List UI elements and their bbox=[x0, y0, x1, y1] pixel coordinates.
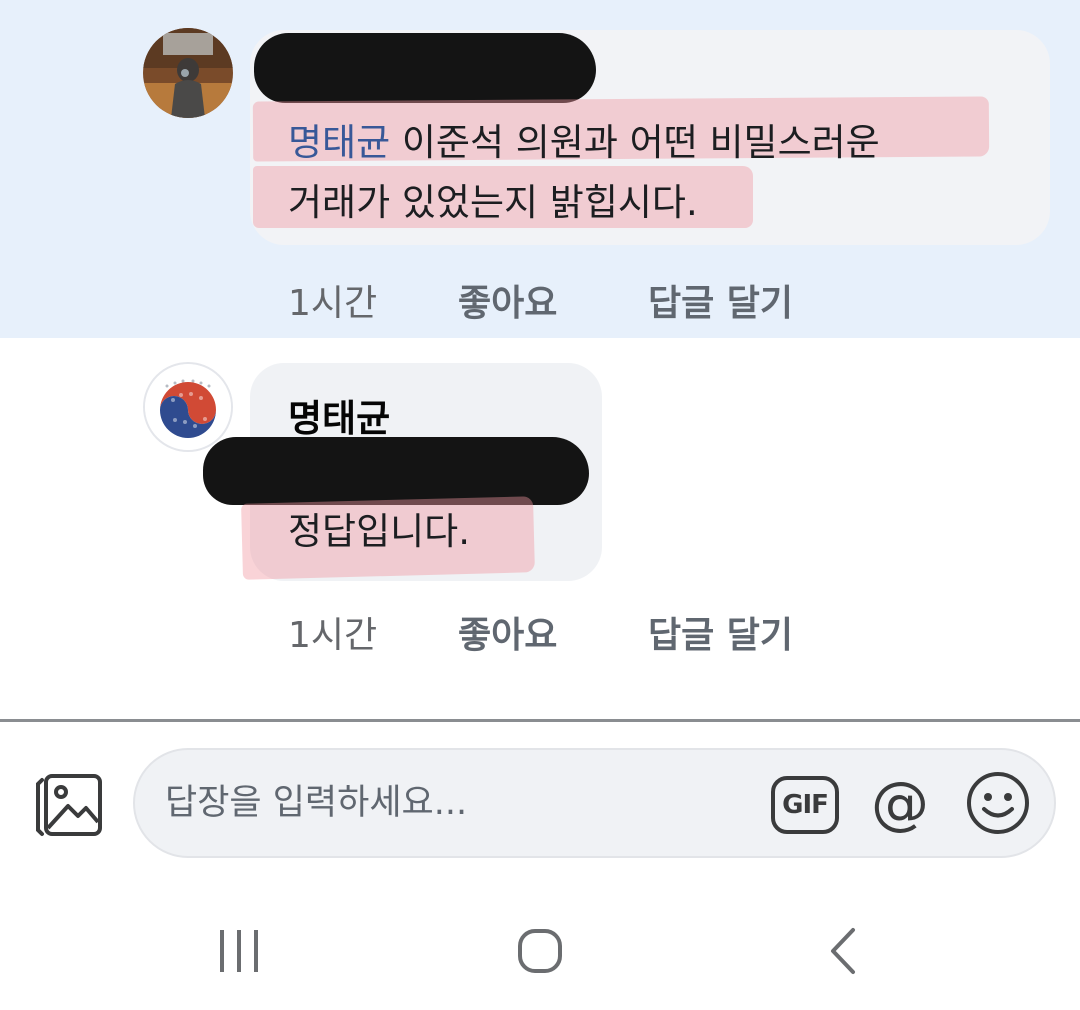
home-button[interactable] bbox=[510, 922, 570, 982]
back-button[interactable] bbox=[815, 922, 875, 982]
mention-link[interactable]: 명태균 bbox=[288, 121, 390, 164]
divider bbox=[0, 719, 1080, 722]
comment-timestamp: 1시간 bbox=[288, 283, 378, 324]
person-photo-icon bbox=[143, 28, 233, 118]
reply-composer: GIF @ bbox=[133, 748, 1056, 858]
comment-text: 이준석 의원과 어떤 비밀스러운 bbox=[390, 121, 880, 164]
photo-button[interactable] bbox=[34, 770, 104, 840]
like-button[interactable]: 좋아요 bbox=[458, 606, 557, 658]
redaction-mark bbox=[254, 33, 596, 103]
reply-avatar[interactable] bbox=[143, 362, 233, 452]
taegeuk-emblem-icon bbox=[145, 364, 231, 450]
redaction-mark bbox=[203, 437, 589, 505]
reply-button[interactable]: 답글 달기 bbox=[648, 274, 793, 326]
reply-author-name[interactable]: 명태균 bbox=[288, 388, 390, 442]
back-icon bbox=[831, 928, 855, 974]
recent-apps-button[interactable] bbox=[210, 922, 270, 982]
reply-timestamp: 1시간 bbox=[288, 615, 378, 656]
emoji-button[interactable] bbox=[965, 770, 1031, 836]
home-icon bbox=[518, 929, 562, 973]
mention-button[interactable]: @ bbox=[867, 770, 933, 836]
commenter-avatar[interactable] bbox=[143, 28, 233, 118]
emoji-icon bbox=[967, 772, 1029, 834]
recent-apps-icon bbox=[220, 930, 258, 972]
reply-button[interactable]: 답글 달기 bbox=[648, 606, 793, 658]
comment-text-line-2: 거래가 있었는지 밝힙시다. bbox=[288, 181, 698, 224]
gif-button[interactable]: GIF bbox=[771, 776, 839, 834]
reply-text: 정답입니다. bbox=[288, 510, 470, 553]
photo-icon bbox=[36, 774, 102, 836]
reply-input[interactable] bbox=[165, 770, 765, 836]
like-button[interactable]: 좋아요 bbox=[458, 274, 557, 326]
comment-text-line-1: 명태균 이준석 의원과 어떤 비밀스러운 bbox=[288, 110, 880, 176]
